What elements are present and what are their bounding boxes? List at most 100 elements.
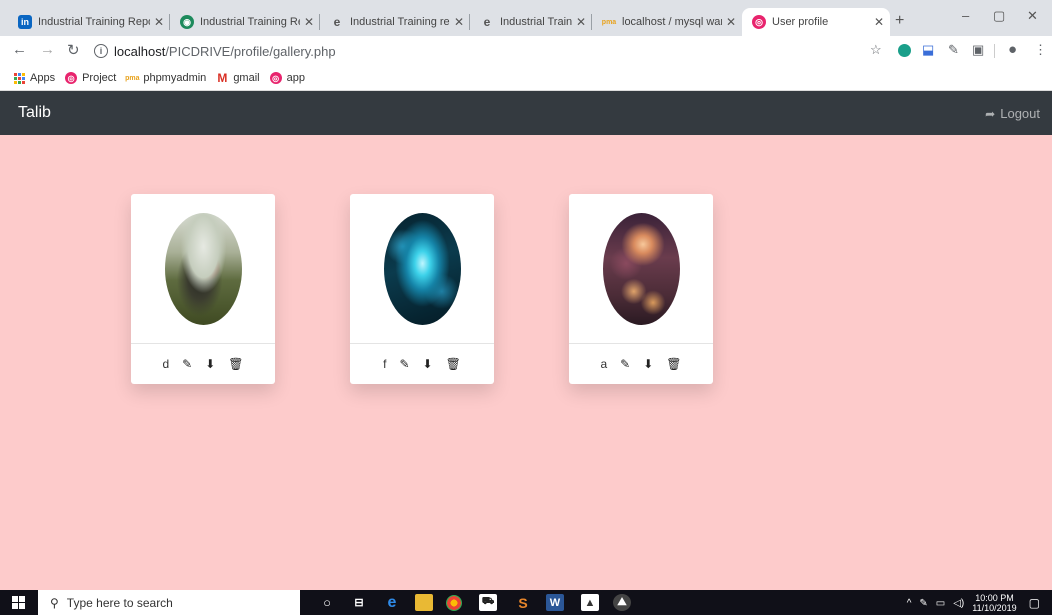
gallery-card: f ✎ ⬇ 🗑 — [350, 194, 494, 384]
toolbar-divider — [994, 44, 995, 58]
photos-icon[interactable]: ▲ — [581, 594, 599, 611]
file-explorer-icon[interactable] — [415, 594, 433, 611]
eyedropper-icon[interactable]: ✎ — [948, 42, 959, 58]
new-tab-button[interactable]: + — [895, 12, 904, 30]
apps-grid-icon — [14, 72, 25, 84]
star-icon[interactable]: ☆ — [870, 42, 882, 58]
card-actions: f ✎ ⬇ 🗑 — [350, 344, 494, 384]
edit-icon[interactable]: ✎ — [182, 357, 192, 371]
windows-start-icon[interactable] — [12, 596, 25, 609]
app-navbar: Talib ➦ Logout — [0, 91, 1052, 135]
gallery-card: a ✎ ⬇ 🗑 — [569, 194, 713, 384]
url-host: localhost — [114, 43, 166, 59]
bokeh-photo[interactable] — [602, 212, 680, 325]
download-icon[interactable]: ⬇ — [643, 357, 653, 371]
browser-toolbar: ← → ↻ i localhost/PICDRIVE/profile/galle… — [0, 36, 1052, 66]
system-tray: ^ ✎ ▭ ◁) 10:00 PM 11/10/2019 ▢ — [907, 593, 1040, 613]
phpmyadmin-icon: pma — [601, 18, 617, 26]
gmail-icon: M — [217, 71, 228, 85]
store-icon[interactable]: ⛟ — [479, 594, 497, 611]
edge-doc-icon: e — [483, 15, 491, 29]
phpmyadmin-icon: pma — [125, 74, 140, 82]
profile-icon[interactable]: ● — [1008, 41, 1017, 58]
gallery-card: d ✎ ⬇ 🗑 — [131, 194, 275, 384]
notification-icon[interactable]: ▢ — [1029, 596, 1040, 610]
sublime-icon[interactable]: S — [514, 594, 532, 611]
bookmark-label: Apps — [30, 72, 56, 84]
word-icon[interactable]: W — [546, 594, 564, 611]
close-tab-icon[interactable]: ✕ — [304, 15, 314, 29]
app-icon: ◎ — [65, 72, 78, 84]
close-tab-icon[interactable]: ✕ — [576, 15, 586, 29]
bookmark-label: phpmyadmin — [143, 72, 207, 84]
tab-title: Industrial Training repo — [500, 16, 572, 28]
tab-title: Industrial Training Repo — [200, 16, 300, 28]
motorcycle-photo[interactable] — [164, 212, 242, 325]
browser-tab-5[interactable]: pma localhost / mysql wamp ✕ — [592, 8, 742, 36]
menu-kebab-icon[interactable]: ⋮ — [1034, 42, 1047, 58]
image-name: f — [383, 357, 387, 371]
close-window-button[interactable]: ✕ — [1027, 8, 1038, 24]
extension-icon[interactable]: ⬓ — [922, 42, 934, 58]
taskbar-search[interactable]: ⚲ Type here to search — [38, 590, 300, 615]
card-actions: a ✎ ⬇ 🗑 — [569, 344, 713, 384]
blue-flower-photo[interactable] — [383, 212, 461, 325]
logout-link[interactable]: ➦ Logout — [985, 106, 1040, 121]
info-icon[interactable]: i — [94, 44, 108, 58]
browser-tab-3[interactable]: e Industrial Training repo ✕ — [320, 8, 470, 36]
app-icon: ◎ — [752, 15, 766, 29]
extension-icon[interactable] — [898, 44, 911, 57]
url-path: /PICDRIVE/profile/gallery.php — [165, 43, 336, 59]
pen-icon[interactable]: ✎ — [919, 598, 927, 609]
time: 10:00 PM — [975, 593, 1014, 603]
bookmark-project[interactable]: ◎ Project — [65, 72, 116, 84]
app-icon: ◎ — [269, 72, 282, 84]
cortana-icon[interactable]: ○ — [318, 594, 336, 611]
bookmark-phpmyadmin[interactable]: pma phpmyadmin — [125, 72, 207, 84]
maximize-button[interactable]: ▢ — [993, 8, 1005, 24]
brand-name[interactable]: Talib — [18, 104, 51, 122]
trash-icon[interactable]: 🗑 — [666, 357, 681, 371]
linkedin-icon: in — [18, 15, 32, 29]
close-tab-icon[interactable]: ✕ — [454, 15, 464, 29]
task-view-icon[interactable]: ⊟ — [350, 594, 368, 611]
back-arrow-icon[interactable]: ← — [12, 41, 27, 58]
chevron-up-icon[interactable]: ^ — [907, 598, 912, 609]
bookmark-label: app — [286, 72, 305, 84]
browser-tab-active[interactable]: ◎ User profile ✕ — [742, 8, 890, 36]
gallery-area: d ✎ ⬇ 🗑 f ✎ ⬇ 🗑 a ✎ ⬇ 🗑 — [0, 135, 1052, 590]
close-tab-icon[interactable]: ✕ — [726, 15, 736, 29]
close-tab-icon[interactable]: ✕ — [874, 15, 884, 29]
image-name: a — [600, 357, 608, 371]
windows-taskbar: ⚲ Type here to search ○ ⊟ e ⛟ S W ▲ ⛰ ^ … — [0, 590, 1052, 615]
clock[interactable]: 10:00 PM 11/10/2019 — [972, 593, 1016, 613]
thumbnail-frame — [350, 194, 494, 344]
logout-icon: ➦ — [985, 106, 996, 121]
bookmark-gmail[interactable]: M gmail — [216, 71, 259, 85]
address-bar[interactable]: i localhost/PICDRIVE/profile/gallery.php — [94, 40, 854, 62]
trash-icon[interactable]: 🗑 — [446, 357, 461, 371]
trash-icon[interactable]: 🗑 — [228, 357, 243, 371]
chrome-icon[interactable] — [446, 595, 462, 611]
bookmark-apps[interactable]: Apps — [14, 72, 55, 84]
edit-icon[interactable]: ✎ — [620, 357, 630, 371]
network-icon[interactable]: ▭ — [936, 598, 945, 609]
reload-icon[interactable]: ↻ — [67, 41, 80, 59]
forward-arrow-icon[interactable]: → — [40, 41, 55, 58]
volume-icon[interactable]: ◁) — [953, 598, 964, 609]
download-icon[interactable]: ⬇ — [205, 357, 215, 371]
tab-title: Industrial Training repo — [350, 16, 450, 28]
browser-tab-1[interactable]: in Industrial Training Repo ✕ — [8, 8, 170, 36]
edit-icon[interactable]: ✎ — [399, 357, 409, 371]
browser-tab-4[interactable]: e Industrial Training repo ✕ — [470, 8, 592, 36]
app-running-icon[interactable]: ⛰ — [613, 594, 631, 611]
download-icon[interactable]: ⬇ — [423, 357, 433, 371]
screenshot-icon[interactable]: ▣ — [972, 42, 984, 58]
browser-tab-2[interactable]: ◉ Industrial Training Repo ✕ — [170, 8, 320, 36]
thumbnail-frame — [569, 194, 713, 344]
minimize-button[interactable]: – — [962, 8, 969, 23]
close-tab-icon[interactable]: ✕ — [154, 15, 164, 29]
tab-title: Industrial Training Repo — [38, 16, 150, 28]
edge-icon[interactable]: e — [383, 594, 401, 611]
bookmark-app[interactable]: ◎ app — [269, 72, 305, 84]
